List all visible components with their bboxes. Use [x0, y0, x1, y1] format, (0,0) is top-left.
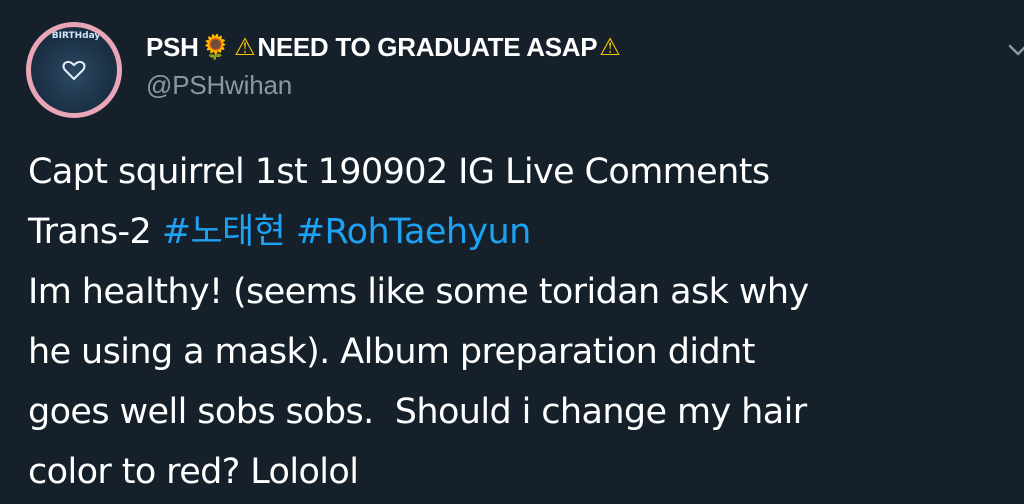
tweet-line-5: goes well sobs sobs. Should i change my …: [28, 392, 807, 432]
tweet-text: Capt squirrel 1st 190902 IG Live Comment…: [28, 142, 1008, 502]
warning-icon: ⚠: [599, 33, 621, 61]
hashtag-spacer: [285, 212, 296, 252]
sunflower-icon: 🌻: [200, 33, 231, 61]
hashtag-link[interactable]: #노태현: [162, 212, 286, 252]
heart-outline-icon: [62, 60, 86, 81]
display-name-status: NEED TO GRADUATE ASAP: [257, 31, 598, 62]
display-name[interactable]: PSH 🌻 ⚠ NEED TO GRADUATE ASAP ⚠: [146, 30, 623, 64]
tweet-line-6: color to red? Lololol: [28, 452, 359, 492]
tweet-line-2-prefix: Trans-2: [28, 212, 162, 252]
tweet-line-4: he using a mask). Album preparation didn…: [28, 332, 755, 372]
avatar[interactable]: BIRTHday: [26, 22, 122, 118]
hashtag-link[interactable]: #RohTaehyun: [296, 212, 532, 252]
user-handle[interactable]: @PSHwihan: [146, 70, 292, 101]
tweet-card: BIRTHday PSH 🌻 ⚠ NEED TO GRADUATE ASAP ⚠…: [0, 0, 1024, 504]
tweet-line-3: Im healthy! (seems like some toridan ask…: [28, 272, 809, 312]
avatar-label: BIRTHday: [51, 31, 101, 41]
tweet-line-1: Capt squirrel 1st 190902 IG Live Comment…: [28, 152, 770, 192]
chevron-down-icon[interactable]: [1006, 38, 1024, 62]
display-name-text: PSH: [146, 31, 199, 62]
warning-icon: ⚠: [234, 33, 256, 61]
